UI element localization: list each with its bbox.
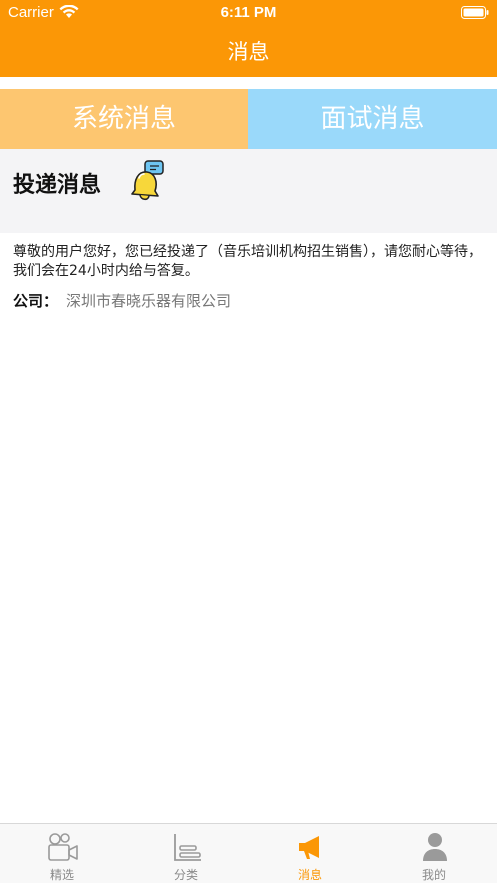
bell-icon: [131, 160, 164, 201]
tab-bar: 精选 分类 消息 我的: [0, 823, 497, 883]
message-tabs: 系统消息 面试消息: [0, 89, 497, 149]
battery-icon: [461, 6, 489, 19]
page-title: 消息: [227, 40, 270, 64]
tabbar-label: 精选: [49, 868, 74, 882]
tabbar-item-messages[interactable]: 消息: [248, 824, 372, 883]
status-bar: Carrier 6:11 PM: [0, 0, 497, 26]
tabbar-item-featured[interactable]: 精选: [0, 824, 124, 883]
tab-system-messages[interactable]: 系统消息: [0, 89, 248, 149]
tab-interview-messages[interactable]: 面试消息: [248, 89, 497, 149]
megaphone-icon: [299, 836, 319, 859]
header: Carrier 6:11 PM 消息: [0, 0, 497, 77]
clock: 6:11 PM: [220, 4, 277, 21]
message-body: 尊敬的用户您好，您已经投递了（音乐培训机构招生销售），请您耐心等待，我们会在24…: [13, 244, 482, 279]
tabbar-item-profile[interactable]: 我的: [372, 824, 496, 883]
section-header: 投递消息: [0, 149, 497, 233]
tabbar-label: 消息: [297, 868, 322, 882]
user-icon: [423, 833, 447, 861]
section-title: 投递消息: [13, 173, 102, 198]
company-row: 公司： 深圳市春晓乐器有限公司: [13, 290, 231, 311]
tabbar-label: 分类: [173, 868, 198, 882]
company-name: 深圳市春晓乐器有限公司: [66, 292, 232, 310]
tabbar-item-category[interactable]: 分类: [124, 824, 248, 883]
tabbar-label: 我的: [421, 868, 446, 882]
camera-icon: [48, 833, 78, 861]
category-icon: [174, 834, 201, 861]
company-label: 公司：: [13, 292, 59, 310]
